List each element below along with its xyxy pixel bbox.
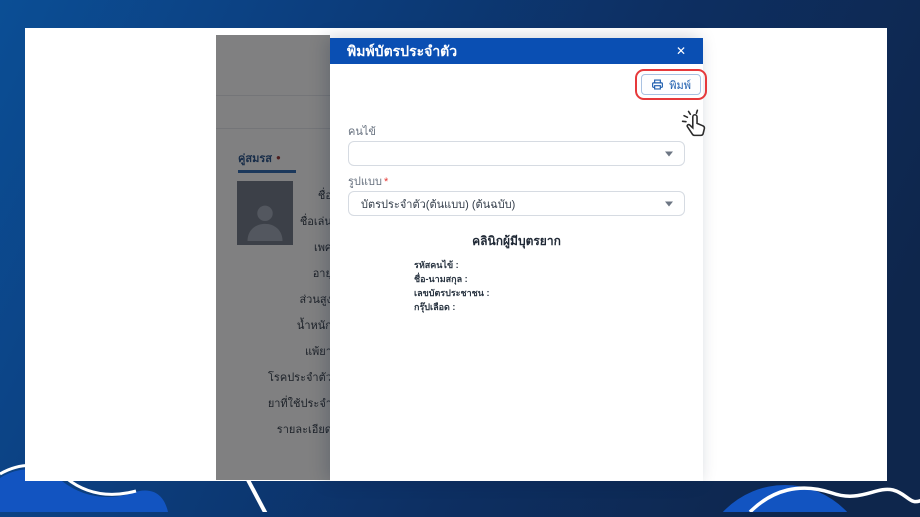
modal-body: คนไข้ รูปแบบ * บัตรประจำตัว(ต้นแบบ) (ต้นฉ…: [330, 126, 703, 314]
clinic-name: คลินิกผู้มีบุตรยาก: [472, 234, 561, 248]
print-button-label: พิมพ์: [669, 79, 691, 92]
modal-title: พิมพ์บัตรประจำตัว: [347, 43, 458, 59]
chevron-down-icon: [665, 151, 673, 156]
format-select-value: บัตรประจำตัว(ต้นแบบ) (ต้นฉบับ): [361, 198, 516, 211]
card-preview-line: รหัสคนไข้ :: [414, 260, 459, 270]
card-preview-line: เลขบัตรประชาชน :: [414, 288, 490, 298]
modal-backdrop[interactable]: [216, 35, 330, 480]
hand-cursor-icon: [677, 106, 711, 140]
card-preview-lines: รหัสคนไข้ : ชื่อ-นามสกุล : เลขบัตรประชาช…: [404, 258, 629, 314]
card-preview-line: กรุ๊ปเลือด :: [414, 302, 456, 312]
format-label: รูปแบบ *: [348, 176, 685, 188]
print-button-row: พิมพ์: [330, 64, 707, 137]
card-preview-line: ชื่อ-นามสกุล :: [414, 274, 468, 284]
format-label-text: รูปแบบ: [348, 176, 382, 188]
app-window: คู่สมรส● ชื่อ: ชื่อเล่น: เพศ: อายุ: ส่วน…: [25, 28, 887, 481]
print-button[interactable]: พิมพ์: [641, 74, 701, 95]
modal-header: พิมพ์บัตรประจำตัว ✕: [330, 38, 703, 64]
patient-label: คนไข้: [348, 126, 685, 138]
patient-label-text: คนไข้: [348, 126, 376, 138]
chevron-down-icon: [665, 201, 673, 206]
print-id-card-modal: พิมพ์บัตรประจำตัว ✕ พิมพ์ คนไข้ รูปแบบ *…: [330, 38, 707, 481]
format-select[interactable]: บัตรประจำตัว(ต้นแบบ) (ต้นฉบับ): [348, 191, 685, 216]
required-asterisk: *: [383, 176, 389, 188]
close-icon[interactable]: ✕: [676, 38, 686, 64]
annotation-highlight: พิมพ์: [635, 69, 707, 100]
background-page: คู่สมรส● ชื่อ: ชื่อเล่น: เพศ: อายุ: ส่วน…: [216, 35, 330, 480]
card-preview: คลินิกผู้มีบุตรยาก รหัสคนไข้ : ชื่อ-นามส…: [404, 232, 629, 314]
patient-select[interactable]: [348, 141, 685, 166]
printer-icon: [651, 78, 664, 91]
